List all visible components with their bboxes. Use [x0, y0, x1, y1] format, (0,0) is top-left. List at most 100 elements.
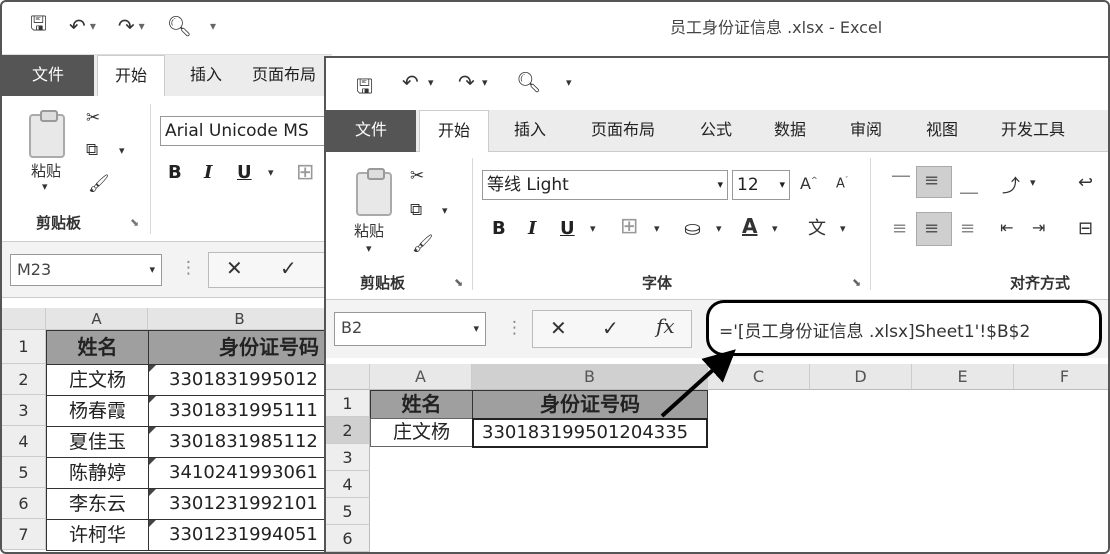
row-header[interactable]: 1 [326, 390, 370, 417]
row-header[interactable]: 7 [2, 519, 46, 550]
redo-dropdown-icon[interactable]: ▾ [139, 19, 145, 33]
bold-button[interactable]: B [492, 218, 506, 239]
phonetic-guide-icon[interactable]: 文 [808, 214, 826, 240]
font-name-dropdown-icon[interactable]: ▾ [717, 171, 723, 199]
column-header-b[interactable]: B [472, 364, 708, 390]
undo-icon[interactable]: ↶ [402, 70, 419, 94]
tab-home[interactable]: 开始 [97, 55, 165, 97]
select-all-corner[interactable] [326, 364, 370, 390]
undo-dropdown-icon[interactable]: ▾ [90, 19, 96, 33]
id-cell[interactable]: 3301831995012 [148, 364, 338, 396]
tab-file[interactable]: 文件 [2, 55, 94, 97]
name-cell[interactable]: 李东云 [46, 488, 149, 520]
print-preview-icon[interactable]: 🔍︎ [167, 14, 192, 38]
orientation-icon[interactable]: ⤴ [1002, 172, 1020, 198]
header-cell-name[interactable]: 姓名 [370, 390, 473, 419]
tab-insert[interactable]: 插入 [174, 55, 238, 97]
tab-developer[interactable]: 开发工具 [990, 110, 1076, 152]
id-cell[interactable]: 3301231992101 [148, 488, 338, 520]
italic-button[interactable]: I [528, 218, 536, 239]
paste-label[interactable]: 粘贴 [354, 220, 384, 241]
undo-icon[interactable]: ↶ [69, 14, 86, 38]
copy-icon[interactable]: ⧉ [410, 200, 422, 220]
paste-label[interactable]: 粘贴 [31, 160, 61, 181]
underline-dropdown-icon[interactable]: ▾ [268, 166, 274, 179]
formula-input[interactable]: ='[员工身份证信息 .xlsx]Sheet1'!$B$2 [706, 300, 1102, 356]
id-cell[interactable]: 3301831995111 [148, 395, 338, 427]
column-header-c[interactable]: C [708, 364, 810, 390]
border-dropdown-icon[interactable]: ▾ [654, 222, 660, 235]
undo-dropdown-icon[interactable]: ▾ [428, 76, 434, 89]
row-header[interactable]: 1 [2, 330, 46, 364]
column-header-a[interactable]: A [370, 364, 472, 390]
select-all-corner[interactable] [2, 308, 46, 330]
cancel-icon[interactable]: ✕ [550, 316, 567, 340]
copy-dropdown-icon[interactable]: ▾ [119, 144, 125, 157]
redo-icon[interactable]: ↷ [458, 70, 475, 94]
front-name-box[interactable]: B2 ▾ [334, 312, 486, 346]
header-cell-id[interactable]: 身份证号码 [148, 330, 338, 365]
font-color-dropdown-icon[interactable]: ▾ [772, 222, 778, 235]
name-cell[interactable]: 杨春霞 [46, 395, 149, 427]
tab-page-layout[interactable]: 页面布局 [252, 55, 332, 97]
align-right-icon[interactable]: ≡ [960, 218, 975, 239]
row-header[interactable]: 5 [326, 498, 370, 525]
grow-font-icon[interactable]: A^ [800, 174, 818, 193]
row-header[interactable]: 4 [326, 471, 370, 498]
tab-file[interactable]: 文件 [326, 110, 416, 152]
column-header-b[interactable]: B [148, 308, 332, 330]
underline-button[interactable]: U [560, 218, 575, 239]
id-cell[interactable]: 3301831985112 [148, 426, 338, 458]
font-name-box[interactable]: Arial Unicode MS [160, 116, 332, 146]
font-launcher-icon[interactable]: ⬊ [852, 276, 861, 289]
copy-dropdown-icon[interactable]: ▾ [442, 204, 448, 217]
paste-icon[interactable] [29, 110, 65, 158]
row-header[interactable]: 6 [326, 525, 370, 552]
row-header[interactable]: 3 [2, 395, 46, 426]
enter-icon[interactable]: ✓ [280, 256, 297, 280]
customize-qat-icon[interactable]: ▾ [566, 76, 572, 89]
clipboard-launcher-icon[interactable]: ⬊ [130, 216, 139, 229]
paste-dropdown-icon[interactable]: ▾ [366, 242, 372, 255]
name-cell[interactable]: 夏佳玉 [46, 426, 149, 458]
font-size-dropdown-icon[interactable]: ▾ [779, 171, 785, 199]
tab-data[interactable]: 数据 [758, 110, 822, 152]
name-cell[interactable]: 庄文杨 [46, 364, 149, 396]
active-cell-b2[interactable]: 330183199501204335 [472, 418, 708, 448]
name-cell[interactable]: 许柯华 [46, 519, 149, 551]
chevron-down-icon[interactable]: ▾ [473, 313, 479, 345]
id-cell[interactable]: 3410241993061 [148, 457, 338, 489]
font-name-box[interactable]: 等线 Light ▾ [482, 170, 728, 200]
column-header-a[interactable]: A [46, 308, 148, 330]
customize-qat-icon[interactable]: ▾ [210, 19, 216, 33]
bold-button[interactable]: B [168, 162, 182, 183]
decrease-indent-icon[interactable]: ⇤ [1000, 218, 1013, 237]
id-cell[interactable]: 3301231994051 [148, 519, 338, 551]
format-painter-icon[interactable]: 🖌︎ [88, 174, 110, 194]
row-header[interactable]: 3 [326, 444, 370, 471]
clipboard-launcher-icon[interactable]: ⬊ [454, 276, 463, 289]
format-painter-icon[interactable]: 🖌︎ [412, 234, 434, 254]
italic-button[interactable]: I [204, 162, 212, 183]
row-header[interactable]: 4 [2, 426, 46, 457]
column-header-e[interactable]: E [912, 364, 1014, 390]
font-size-box[interactable]: 12 ▾ [732, 170, 790, 200]
tab-view[interactable]: 视图 [910, 110, 974, 152]
insert-function-icon[interactable]: fx [656, 314, 675, 338]
merge-center-icon[interactable]: ⊟ [1078, 218, 1093, 239]
cut-icon[interactable]: ✂ [410, 166, 424, 186]
paste-icon[interactable] [356, 168, 392, 216]
row-header[interactable]: 5 [2, 457, 46, 488]
fill-color-icon[interactable]: ⛀ [684, 216, 701, 240]
print-preview-icon[interactable]: 🔍︎ [516, 70, 541, 94]
align-left-icon[interactable]: ≡ [892, 218, 907, 239]
column-header-f[interactable]: F [1014, 364, 1108, 390]
tab-home[interactable]: 开始 [419, 110, 489, 152]
tab-insert[interactable]: 插入 [498, 110, 562, 152]
name-cell[interactable]: 陈静婷 [46, 457, 149, 489]
copy-icon[interactable]: ⧉ [86, 140, 98, 160]
row-header[interactable]: 6 [2, 488, 46, 519]
chevron-down-icon[interactable]: ▾ [149, 255, 155, 285]
row-header[interactable]: 2 [326, 417, 370, 444]
border-icon[interactable]: ⊞ [620, 214, 638, 239]
